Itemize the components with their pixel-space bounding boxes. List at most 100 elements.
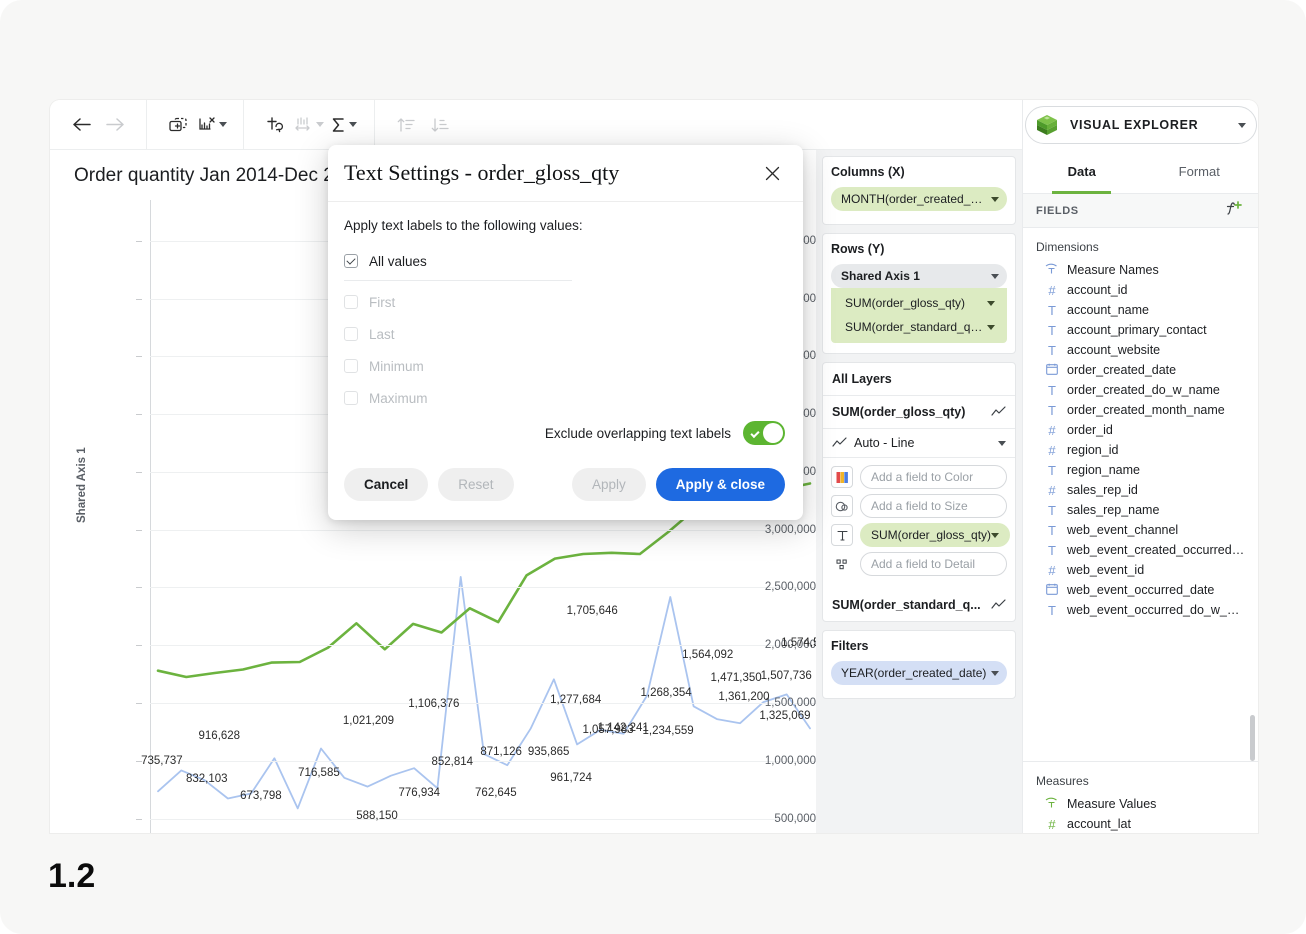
field-list-item[interactable]: Measure Values — [1023, 794, 1258, 814]
rows-pill-standard[interactable]: SUM(order_standard_qty) — [835, 315, 1003, 339]
field-list-item[interactable]: Tweb_event_occurred_do_w_name — [1023, 600, 1258, 620]
line-chart-icon — [991, 599, 1006, 611]
screenshot-root: Order quantity Jan 2014-Dec 2 Shared Axi… — [0, 0, 1306, 934]
sort-descending-button[interactable] — [423, 109, 457, 141]
tab-data[interactable]: Data — [1023, 150, 1141, 193]
color-drop-target[interactable]: Add a field to Color — [860, 465, 1007, 489]
fit-button[interactable] — [292, 109, 326, 141]
encoding-color[interactable]: Add a field to Color — [831, 465, 1007, 489]
checkbox-box[interactable] — [344, 391, 358, 405]
field-list-item[interactable]: Taccount_name — [1023, 300, 1258, 320]
checkbox-all-values[interactable]: All values — [344, 248, 785, 274]
checkbox-minimum[interactable]: Minimum — [344, 353, 785, 379]
y-tick-mark — [136, 472, 142, 473]
chevron-down-icon[interactable] — [998, 441, 1006, 446]
checkbox-first[interactable]: First — [344, 289, 785, 315]
totals-button[interactable] — [326, 109, 360, 141]
field-name: Measure Names — [1067, 263, 1159, 277]
swap-axes-button[interactable] — [258, 109, 292, 141]
layer-standard-header[interactable]: SUM(order_standard_q... — [823, 589, 1015, 621]
chevron-down-icon[interactable] — [991, 671, 999, 676]
text-icon — [831, 524, 853, 546]
checkbox-maximum[interactable]: Maximum — [344, 385, 785, 411]
encoding-detail[interactable]: Add a field to Detail — [831, 552, 1007, 576]
field-list-item[interactable]: Torder_created_do_w_name — [1023, 380, 1258, 400]
cancel-button[interactable]: Cancel — [344, 468, 428, 501]
field-list-item[interactable]: #region_id — [1023, 440, 1258, 460]
text-field-icon: T — [1045, 604, 1059, 617]
text-drop-target[interactable]: SUM(order_gloss_qty) — [860, 523, 1010, 547]
rows-pill-shared-axis[interactable]: Shared Axis 1 — [831, 264, 1007, 288]
y-tick-mark — [136, 645, 142, 646]
field-list-item[interactable]: #order_id — [1023, 420, 1258, 440]
apply-and-close-button[interactable]: Apply & close — [656, 468, 785, 501]
close-icon[interactable] — [759, 160, 785, 186]
data-panel: Data Format FIELDS Dimensions Measure Na… — [1022, 100, 1258, 833]
checkbox-last[interactable]: Last — [344, 321, 785, 347]
checkbox-box[interactable] — [344, 254, 358, 268]
chevron-down-icon[interactable] — [987, 325, 995, 330]
field-list-item[interactable]: Taccount_website — [1023, 340, 1258, 360]
visual-explorer-selector[interactable]: VISUAL EXPLORER — [1025, 106, 1257, 144]
sigma-icon — [330, 116, 347, 134]
chevron-down-icon[interactable] — [1238, 123, 1246, 128]
exclude-overlapping-row: Exclude overlapping text labels — [545, 421, 785, 445]
detail-drop-target[interactable]: Add a field to Detail — [860, 552, 1007, 576]
field-list-item[interactable]: Tregion_name — [1023, 460, 1258, 480]
chevron-down-icon[interactable] — [991, 274, 999, 279]
reset-button[interactable]: Reset — [438, 468, 513, 501]
field-list-item[interactable]: Torder_created_month_name — [1023, 400, 1258, 420]
mark-type-selector[interactable]: Auto - Line — [823, 429, 1015, 458]
rows-pill-gloss[interactable]: SUM(order_gloss_qty) — [835, 291, 1003, 315]
columns-pill-month[interactable]: MONTH(order_created_d... — [831, 187, 1007, 211]
field-list-item[interactable]: Tweb_event_channel — [1023, 520, 1258, 540]
y-tick-mark — [136, 299, 142, 300]
exclude-overlapping-toggle[interactable] — [743, 421, 785, 445]
chevron-down-icon[interactable] — [349, 122, 357, 127]
checkbox-box[interactable] — [344, 327, 358, 341]
field-list-item[interactable]: Measure Names — [1023, 260, 1258, 280]
sort-ascending-button[interactable] — [389, 109, 423, 141]
y-tick-label: 500,000 — [730, 813, 816, 825]
field-list-item[interactable]: #account_id — [1023, 280, 1258, 300]
filters-pill-year[interactable]: YEAR(order_created_date) — [831, 661, 1007, 685]
y-tick-label: 1,000,000 — [730, 755, 816, 767]
encoding-size[interactable]: Add a field to Size — [831, 494, 1007, 518]
number-field-icon: # — [1045, 444, 1059, 457]
checkbox-box[interactable] — [344, 359, 358, 373]
field-list-item[interactable]: web_event_occurred_date — [1023, 580, 1258, 600]
pill-label: SUM(order_standard_qty) — [845, 320, 983, 334]
field-list-item[interactable]: #web_event_id — [1023, 560, 1258, 580]
multi-field-icon — [1045, 797, 1059, 811]
chevron-down-icon[interactable] — [219, 122, 227, 127]
field-list-item[interactable]: Tsales_rep_name — [1023, 500, 1258, 520]
clear-sheet-button[interactable] — [195, 109, 229, 141]
rows-shelf[interactable]: Rows (Y) Shared Axis 1 SUM(order_gloss_q… — [822, 233, 1016, 354]
forward-button[interactable] — [98, 109, 132, 141]
chevron-down-icon[interactable] — [991, 197, 999, 202]
arrow-right-icon — [106, 117, 125, 132]
chevron-down-icon[interactable] — [991, 533, 999, 538]
chevron-down-icon[interactable] — [987, 301, 995, 306]
field-name: sales_rep_id — [1067, 483, 1138, 497]
columns-shelf[interactable]: Columns (X) MONTH(order_created_d... — [822, 156, 1016, 225]
filters-shelf[interactable]: Filters YEAR(order_created_date) — [822, 630, 1016, 699]
fields-scrollbar[interactable] — [1250, 715, 1255, 761]
field-list-item[interactable]: #account_lat — [1023, 814, 1258, 833]
field-list-item[interactable]: Taccount_primary_contact — [1023, 320, 1258, 340]
layer-gloss-header[interactable]: SUM(order_gloss_qty) — [823, 396, 1015, 429]
tab-format[interactable]: Format — [1141, 150, 1259, 193]
new-sheet-button[interactable] — [161, 109, 195, 141]
field-list-item[interactable]: order_created_date — [1023, 360, 1258, 380]
field-list-item[interactable]: #sales_rep_id — [1023, 480, 1258, 500]
chevron-down-icon[interactable] — [316, 122, 324, 127]
checkbox-box[interactable] — [344, 295, 358, 309]
add-calculation-icon[interactable] — [1225, 200, 1245, 221]
field-list-item[interactable]: Tweb_event_created_occurred_na... — [1023, 540, 1258, 560]
back-button[interactable] — [64, 109, 98, 141]
encoding-text[interactable]: SUM(order_gloss_qty) — [831, 523, 1007, 547]
apply-button[interactable]: Apply — [572, 468, 646, 501]
size-drop-target[interactable]: Add a field to Size — [860, 494, 1007, 518]
data-point-label: 1,574,522 — [781, 637, 816, 649]
data-point-label: 1,021,209 — [343, 715, 394, 727]
